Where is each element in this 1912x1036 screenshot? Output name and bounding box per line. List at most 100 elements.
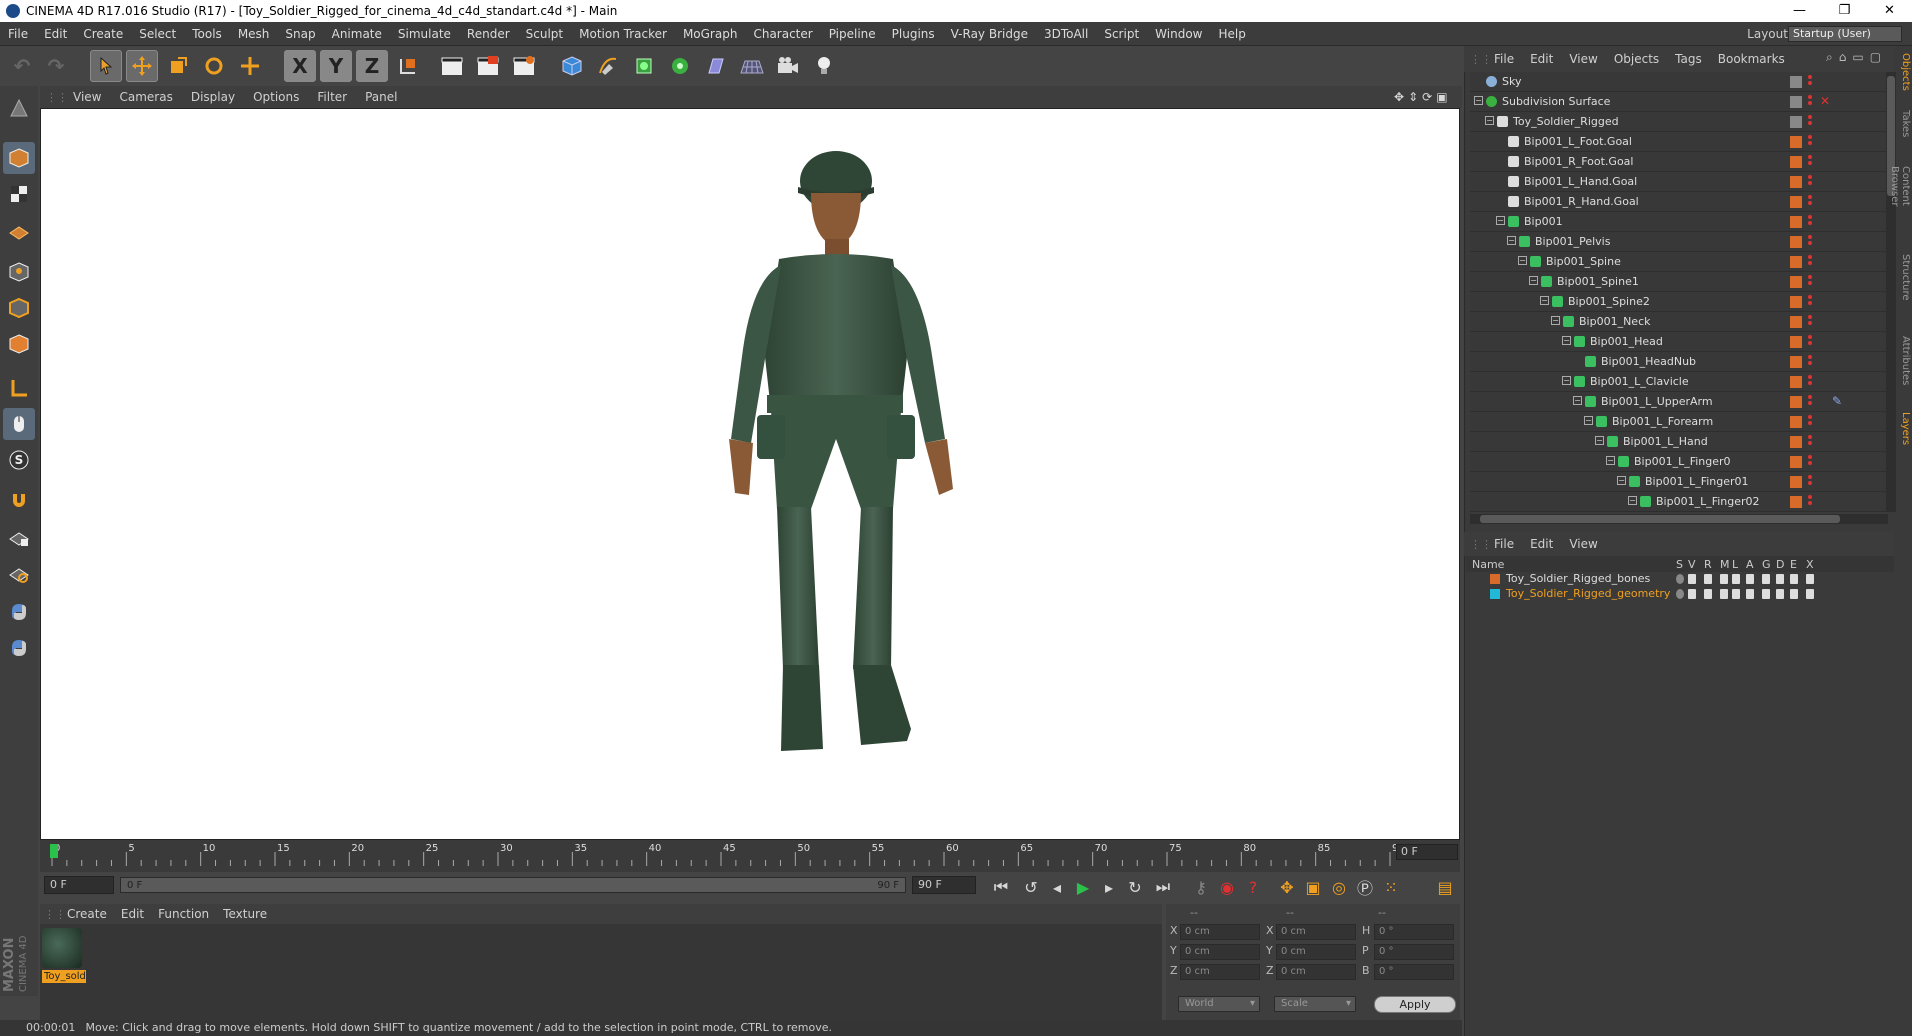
layer-color-icon[interactable]	[1790, 236, 1802, 248]
layer-toggle-icon[interactable]	[1720, 574, 1728, 584]
layer-color-icon[interactable]	[1790, 436, 1802, 448]
layer-column-name[interactable]: Name	[1472, 558, 1504, 571]
expand-toggle-icon[interactable]: −	[1529, 276, 1538, 285]
layer-toggle-icon[interactable]	[1806, 574, 1814, 584]
menu-sculpt[interactable]: Sculpt	[518, 27, 571, 41]
visibility-dots-icon[interactable]	[1808, 75, 1812, 89]
layer-column-m[interactable]: M	[1720, 558, 1730, 571]
visibility-dots-icon[interactable]	[1808, 415, 1812, 429]
layer-column-e[interactable]: E	[1790, 558, 1797, 571]
layer-color-icon[interactable]	[1790, 176, 1802, 188]
edges-mode-button[interactable]	[3, 292, 35, 324]
layer-column-d[interactable]: D	[1776, 558, 1784, 571]
object-row[interactable]: − Bip001_Spine1	[1470, 272, 1888, 292]
render-view-button[interactable]	[436, 50, 468, 82]
object-row[interactable]: − Bip001_L_Finger0	[1470, 452, 1888, 472]
model-mode-button[interactable]	[3, 142, 35, 174]
move-tool-button[interactable]	[126, 50, 158, 82]
menu-edit[interactable]: Edit	[36, 27, 75, 41]
points-mode-button[interactable]	[3, 256, 35, 288]
layout-dropdown[interactable]: Startup (User)	[1788, 26, 1902, 42]
expand-toggle-icon[interactable]: −	[1474, 96, 1483, 105]
axis-mode-button[interactable]	[3, 372, 35, 404]
object-row[interactable]: − Bip001_L_Forearm	[1470, 412, 1888, 432]
spline-pen-button[interactable]	[592, 50, 624, 82]
expand-toggle-icon[interactable]: −	[1628, 496, 1637, 505]
playhead[interactable]	[50, 844, 58, 858]
key-position-button[interactable]: ✥	[1274, 874, 1300, 900]
pan-icon[interactable]: ✥	[1394, 90, 1404, 104]
visibility-dots-icon[interactable]	[1808, 435, 1812, 449]
object-menu-objects[interactable]: Objects	[1606, 52, 1667, 66]
layer-tag-icon[interactable]	[1790, 76, 1802, 88]
autokey-button[interactable]: ◉	[1214, 874, 1240, 900]
object-menu-edit[interactable]: Edit	[1522, 52, 1561, 66]
orbit-icon[interactable]: ⟳	[1422, 90, 1432, 104]
object-row[interactable]: − Bip001_Spine2	[1470, 292, 1888, 312]
visibility-dots-icon[interactable]	[1808, 155, 1812, 169]
coordinate-space-dropdown[interactable]: World ▾	[1178, 996, 1260, 1012]
menu-snap[interactable]: Snap	[277, 27, 323, 41]
layer-column-v[interactable]: V	[1688, 558, 1696, 571]
layer-column-r[interactable]: R	[1704, 558, 1712, 571]
viewport-menu-filter[interactable]: Filter	[308, 90, 356, 104]
layer-column-l[interactable]: L	[1732, 558, 1738, 571]
y-axis-button[interactable]: Y	[320, 50, 352, 82]
expand-toggle-icon[interactable]: −	[1507, 236, 1516, 245]
layer-menu-file[interactable]: File	[1486, 537, 1522, 551]
layer-toggle-icon[interactable]	[1732, 574, 1740, 584]
deformer-button[interactable]	[700, 50, 732, 82]
redo-button[interactable]: ↷	[40, 50, 72, 82]
magnet-button[interactable]	[3, 484, 35, 516]
key-pla-button[interactable]: ⁙	[1378, 874, 1404, 900]
maximize-view-icon[interactable]: ▣	[1436, 90, 1447, 104]
layer-column-a[interactable]: A	[1746, 558, 1754, 571]
layer-menu-view[interactable]: View	[1561, 537, 1605, 551]
expand-toggle-icon[interactable]: −	[1540, 296, 1549, 305]
menu-file[interactable]: File	[0, 27, 36, 41]
floor-button[interactable]	[736, 50, 768, 82]
layer-toggle-icon[interactable]	[1762, 589, 1770, 599]
expand-toggle-icon[interactable]: −	[1485, 116, 1494, 125]
snapping-button[interactable]: S	[3, 444, 35, 476]
layer-toggle-icon[interactable]	[1746, 574, 1754, 584]
layer-color-icon[interactable]	[1790, 336, 1802, 348]
python-script-button[interactable]	[3, 596, 35, 628]
layer-color-icon[interactable]	[1790, 416, 1802, 428]
search-icon[interactable]: ⌕	[1826, 50, 1833, 68]
apply-button[interactable]: Apply	[1374, 996, 1456, 1013]
object-row[interactable]: − Subdivision Surface ✕	[1470, 92, 1888, 112]
layer-toggle-icon[interactable]	[1676, 589, 1684, 599]
object-row[interactable]: Bip001_R_Hand.Goal	[1470, 192, 1888, 212]
light-button[interactable]	[808, 50, 840, 82]
layer-toggle-icon[interactable]	[1732, 589, 1740, 599]
visibility-dots-icon[interactable]	[1808, 455, 1812, 469]
layer-row[interactable]: Toy_Soldier_Rigged_geometry	[1466, 587, 1894, 602]
restore-button[interactable]: ❐	[1822, 0, 1867, 22]
workplane-button[interactable]	[3, 214, 35, 246]
object-row[interactable]: Bip001_L_Hand.Goal	[1470, 172, 1888, 192]
visibility-dots-icon[interactable]	[1808, 395, 1812, 409]
expand-toggle-icon[interactable]: −	[1562, 336, 1571, 345]
expand-toggle-icon[interactable]: −	[1595, 436, 1604, 445]
z-axis-button[interactable]: Z	[356, 50, 388, 82]
object-row[interactable]: Sky	[1470, 72, 1888, 92]
visibility-dots-icon[interactable]	[1808, 335, 1812, 349]
previous-key-button[interactable]: ↺	[1018, 874, 1044, 900]
layer-toggle-icon[interactable]	[1790, 589, 1798, 599]
expand-toggle-icon[interactable]: −	[1551, 316, 1560, 325]
menu-motion-tracker[interactable]: Motion Tracker	[571, 27, 675, 41]
render-settings-button[interactable]	[508, 50, 540, 82]
layer-toggle-icon[interactable]	[1704, 589, 1712, 599]
rotation-field[interactable]: 0 °	[1374, 944, 1454, 960]
menu-character[interactable]: Character	[745, 27, 820, 41]
layer-column-g[interactable]: G	[1762, 558, 1771, 571]
layer-toggle-icon[interactable]	[1688, 589, 1696, 599]
visibility-dots-icon[interactable]	[1808, 255, 1812, 269]
menu-tools[interactable]: Tools	[184, 27, 230, 41]
object-row[interactable]: − Bip001_Head	[1470, 332, 1888, 352]
object-menu-bookmarks[interactable]: Bookmarks	[1710, 52, 1793, 66]
side-tab-layers[interactable]: Layers	[1897, 406, 1911, 452]
layer-color-icon[interactable]	[1790, 316, 1802, 328]
menu-help[interactable]: Help	[1210, 27, 1253, 41]
